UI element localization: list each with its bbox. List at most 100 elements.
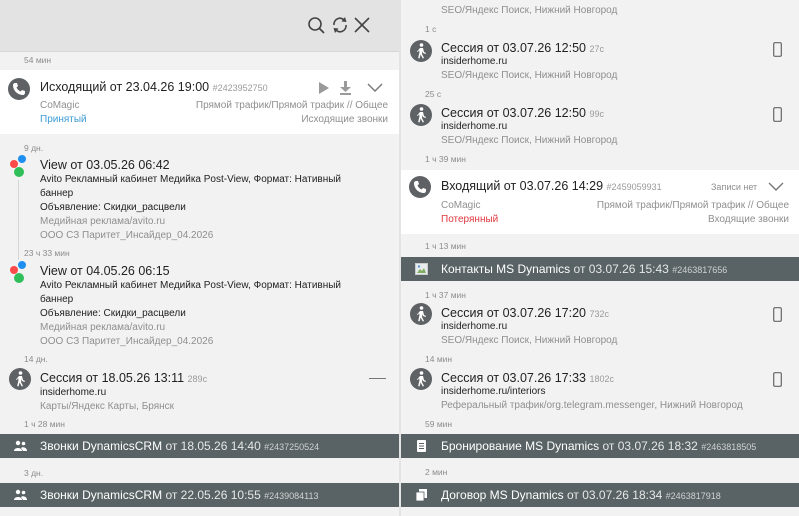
session-site: insiderhome.ru	[441, 56, 508, 67]
call-title: Входящий от 03.07.26 14:29	[441, 179, 604, 193]
bar-id: #2463818505	[701, 442, 757, 452]
view-source: Медийная реклама/avito.ru	[40, 322, 166, 333]
session-source: SEO/Яндекс Поиск, Нижний Новгород	[441, 335, 618, 346]
session-source: SEO/Яндекс Поиск, Нижний Новгород	[441, 5, 618, 16]
time-gap: 59 мин	[425, 419, 453, 429]
booking-bar[interactable]: Бронирование MS Dynamics от 03.07.26 18:…	[401, 434, 799, 458]
time-gap: 2 мин	[425, 467, 448, 477]
call-traffic: Прямой трафик/Прямой трафик // Общее	[596, 200, 789, 211]
session-duration: 289с	[187, 374, 208, 384]
session-source: Карты/Яндекс Карты, Брянск	[40, 401, 175, 412]
close-icon[interactable]	[353, 16, 371, 34]
bar-id: #2463817918	[665, 491, 721, 501]
call-direction: Входящие звонки	[707, 214, 789, 225]
download-icon[interactable]	[339, 81, 352, 95]
bar-date: от 03.07.26 18:34	[567, 488, 663, 502]
session-duration: 732с	[589, 309, 610, 319]
mobile-icon	[773, 42, 782, 57]
bar-id: #2437250524	[264, 442, 320, 452]
play-icon[interactable]	[318, 81, 330, 95]
bar-name: Звонки DynamicsCRM	[40, 488, 163, 502]
chevron-down-icon[interactable]	[367, 83, 383, 93]
time-gap: 14 дн.	[24, 354, 48, 364]
time-gap: 25 с	[425, 89, 442, 99]
session-duration: 27с	[589, 44, 604, 54]
bar-name: Звонки DynamicsCRM	[40, 439, 163, 453]
timeline-line	[18, 180, 19, 260]
view-ad: Объявление: Скидки_расцвели	[40, 308, 186, 319]
pedestrian-icon	[410, 368, 432, 390]
time-gap: 3 дн.	[24, 468, 44, 478]
session-site: insiderhome.ru/interiors	[441, 386, 546, 397]
view-ad: Объявление: Скидки_расцвели	[40, 202, 186, 213]
time-gap: 1 ч 13 мин	[425, 241, 466, 251]
dots-icon	[9, 155, 31, 177]
time-gap: 1 с	[425, 24, 437, 34]
toolbar	[0, 0, 399, 52]
call-id: #2459059931	[606, 182, 662, 192]
view-company: ООО СЗ Паритет_Инсайдер_04.2026	[40, 230, 214, 241]
view-title: View от 04.05.26 06:15	[40, 264, 170, 278]
refresh-icon[interactable]	[331, 16, 349, 34]
crm-calls-bar[interactable]: Звонки DynamicsCRM от 18.05.26 14:40 #24…	[0, 434, 399, 458]
view-title: View от 03.05.26 06:42	[40, 158, 170, 172]
pedestrian-icon	[410, 104, 432, 126]
phone-icon	[8, 78, 30, 100]
users-icon	[14, 440, 27, 451]
bar-date: от 18.05.26 14:40	[165, 439, 261, 453]
search-icon[interactable]	[307, 16, 325, 34]
mobile-icon	[773, 307, 782, 322]
bar-date: от 22.05.26 10:55	[165, 488, 261, 502]
time-gap: 14 мин	[425, 354, 453, 364]
timeline-right: SEO/Яндекс Поиск, Нижний Новгород 1 с Се…	[401, 0, 799, 516]
call-status: Потерянный	[441, 214, 499, 225]
call-traffic: Прямой трафик/Прямой трафик // Общее	[195, 100, 388, 111]
pedestrian-icon	[410, 40, 432, 62]
mobile-icon	[773, 372, 782, 387]
session-site: insiderhome.ru	[40, 387, 107, 398]
chevron-down-icon[interactable]	[768, 182, 784, 192]
image-icon	[415, 263, 428, 275]
dash-icon	[369, 378, 386, 379]
bar-name: Контакты MS Dynamics	[441, 262, 571, 276]
call-card-outgoing[interactable]: Исходящий от 23.04.26 19:00 #2423952750 …	[0, 70, 399, 134]
document-icon	[417, 440, 426, 452]
call-status: Принятый	[40, 114, 87, 125]
call-direction: Исходящие звонки	[301, 114, 388, 125]
session-duration: 99с	[589, 109, 604, 119]
contacts-bar[interactable]: Контакты MS Dynamics от 03.07.26 15:43 #…	[401, 257, 799, 281]
document-icon	[415, 489, 427, 501]
crm-calls-bar[interactable]: Звонки DynamicsCRM от 22.05.26 10:55 #24…	[0, 483, 399, 507]
mobile-icon	[773, 107, 782, 122]
view-company: ООО СЗ Паритет_Инсайдер_04.2026	[40, 336, 214, 347]
bar-date: от 03.07.26 15:43	[573, 262, 669, 276]
view-campaign: Avito Рекламный кабинет Медийка Post-Vie…	[40, 280, 342, 291]
session-site: insiderhome.ru	[441, 121, 508, 132]
view-campaign: Avito Рекламный кабинет Медийка Post-Vie…	[40, 174, 342, 185]
call-id: #2423952750	[212, 83, 268, 93]
users-icon	[14, 489, 27, 500]
time-gap: 23 ч 33 мин	[24, 248, 70, 258]
session-title: Сессия от 03.07.26 12:50	[441, 106, 586, 120]
phone-icon	[409, 176, 431, 198]
call-provider: CoMagic	[40, 100, 80, 111]
time-gap: 1 ч 28 мин	[24, 419, 65, 429]
call-card-incoming[interactable]: Входящий от 03.07.26 14:29 #2459059931 З…	[401, 170, 799, 234]
view-source: Медийная реклама/avito.ru	[40, 216, 166, 227]
pedestrian-icon	[9, 368, 31, 390]
bar-name: Бронирование MS Dynamics	[441, 439, 600, 453]
timeline-left: 54 мин Исходящий от 23.04.26 19:00 #2423…	[0, 0, 399, 516]
time-gap: 54 мин	[24, 55, 52, 65]
session-source: Реферальный трафик/org.telegram.messenge…	[441, 400, 743, 411]
pedestrian-icon	[410, 303, 432, 325]
session-title: Сессия от 03.07.26 17:20	[441, 306, 586, 320]
dots-icon	[9, 261, 31, 283]
session-duration: 1802с	[589, 374, 615, 384]
call-provider: CoMagic	[441, 200, 481, 211]
time-gap: 1 ч 39 мин	[425, 154, 466, 164]
contract-bar[interactable]: Договор MS Dynamics от 03.07.26 18:34 #2…	[401, 483, 799, 507]
no-records-label: Записи нет	[711, 182, 758, 192]
session-site: insiderhome.ru	[441, 321, 508, 332]
bar-id: #2439084113	[264, 491, 319, 501]
session-title: Сессия от 03.07.26 17:33	[441, 371, 586, 385]
